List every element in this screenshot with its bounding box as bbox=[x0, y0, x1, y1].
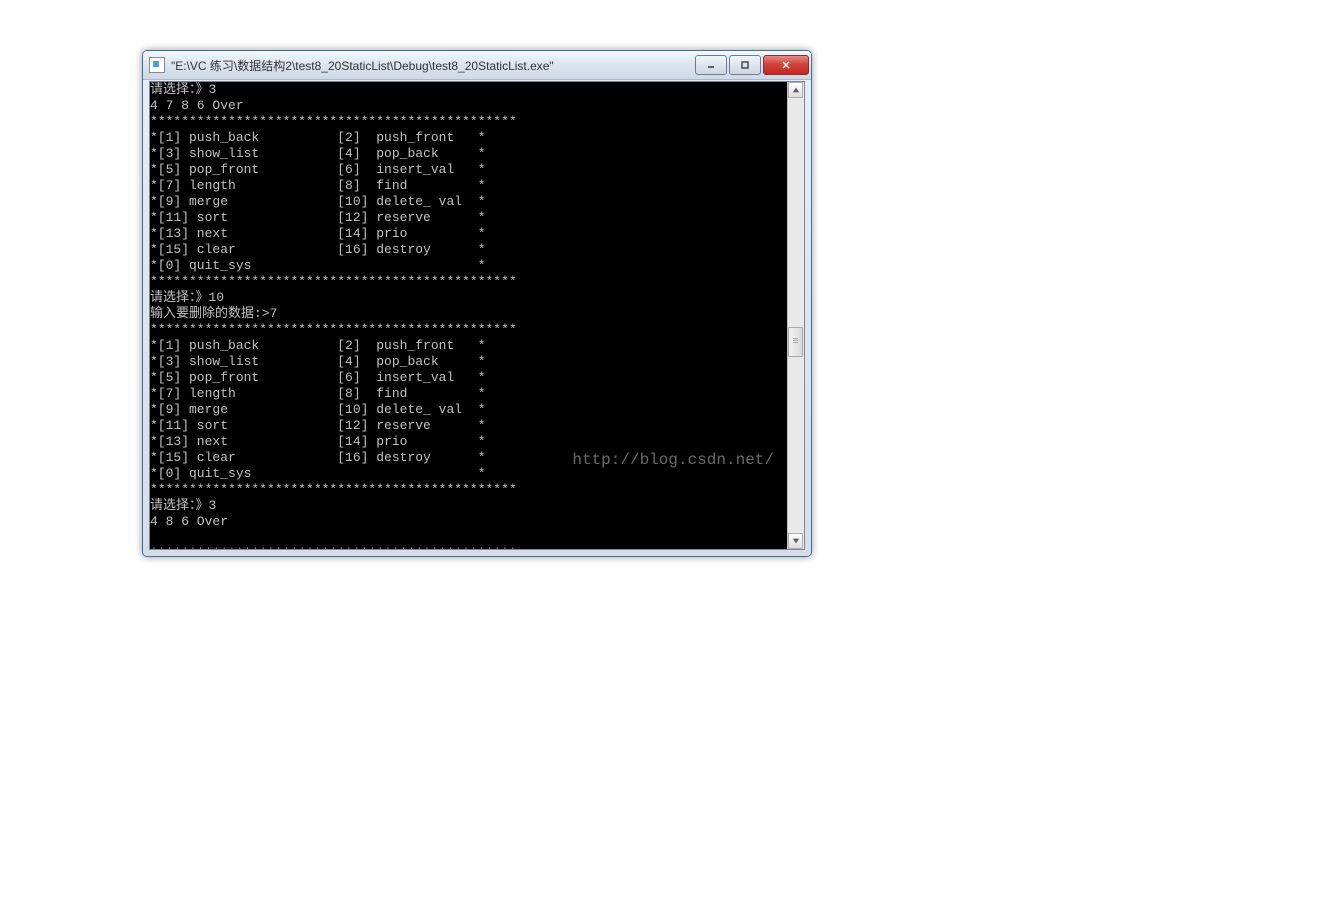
scroll-down-button[interactable] bbox=[788, 533, 803, 549]
console-output: 请选择：》3 4 7 8 6 Over ********************… bbox=[150, 82, 788, 549]
titlebar[interactable]: "E:\VC 练习\数据结构2\test8_20StaticList\Debug… bbox=[143, 51, 811, 80]
maximize-button[interactable] bbox=[729, 55, 761, 75]
vertical-scrollbar[interactable] bbox=[787, 82, 804, 549]
window-title: "E:\VC 练习\数据结构2\test8_20StaticList\Debug… bbox=[171, 57, 693, 74]
scroll-thumb[interactable] bbox=[788, 327, 803, 357]
console-window: "E:\VC 练习\数据结构2\test8_20StaticList\Debug… bbox=[142, 50, 812, 557]
window-controls bbox=[693, 55, 809, 75]
minimize-button[interactable] bbox=[695, 55, 727, 75]
close-button[interactable] bbox=[763, 55, 809, 75]
app-icon bbox=[149, 57, 165, 73]
scroll-up-button[interactable] bbox=[788, 82, 803, 98]
console-area: 请选择：》3 4 7 8 6 Over ********************… bbox=[149, 81, 805, 550]
